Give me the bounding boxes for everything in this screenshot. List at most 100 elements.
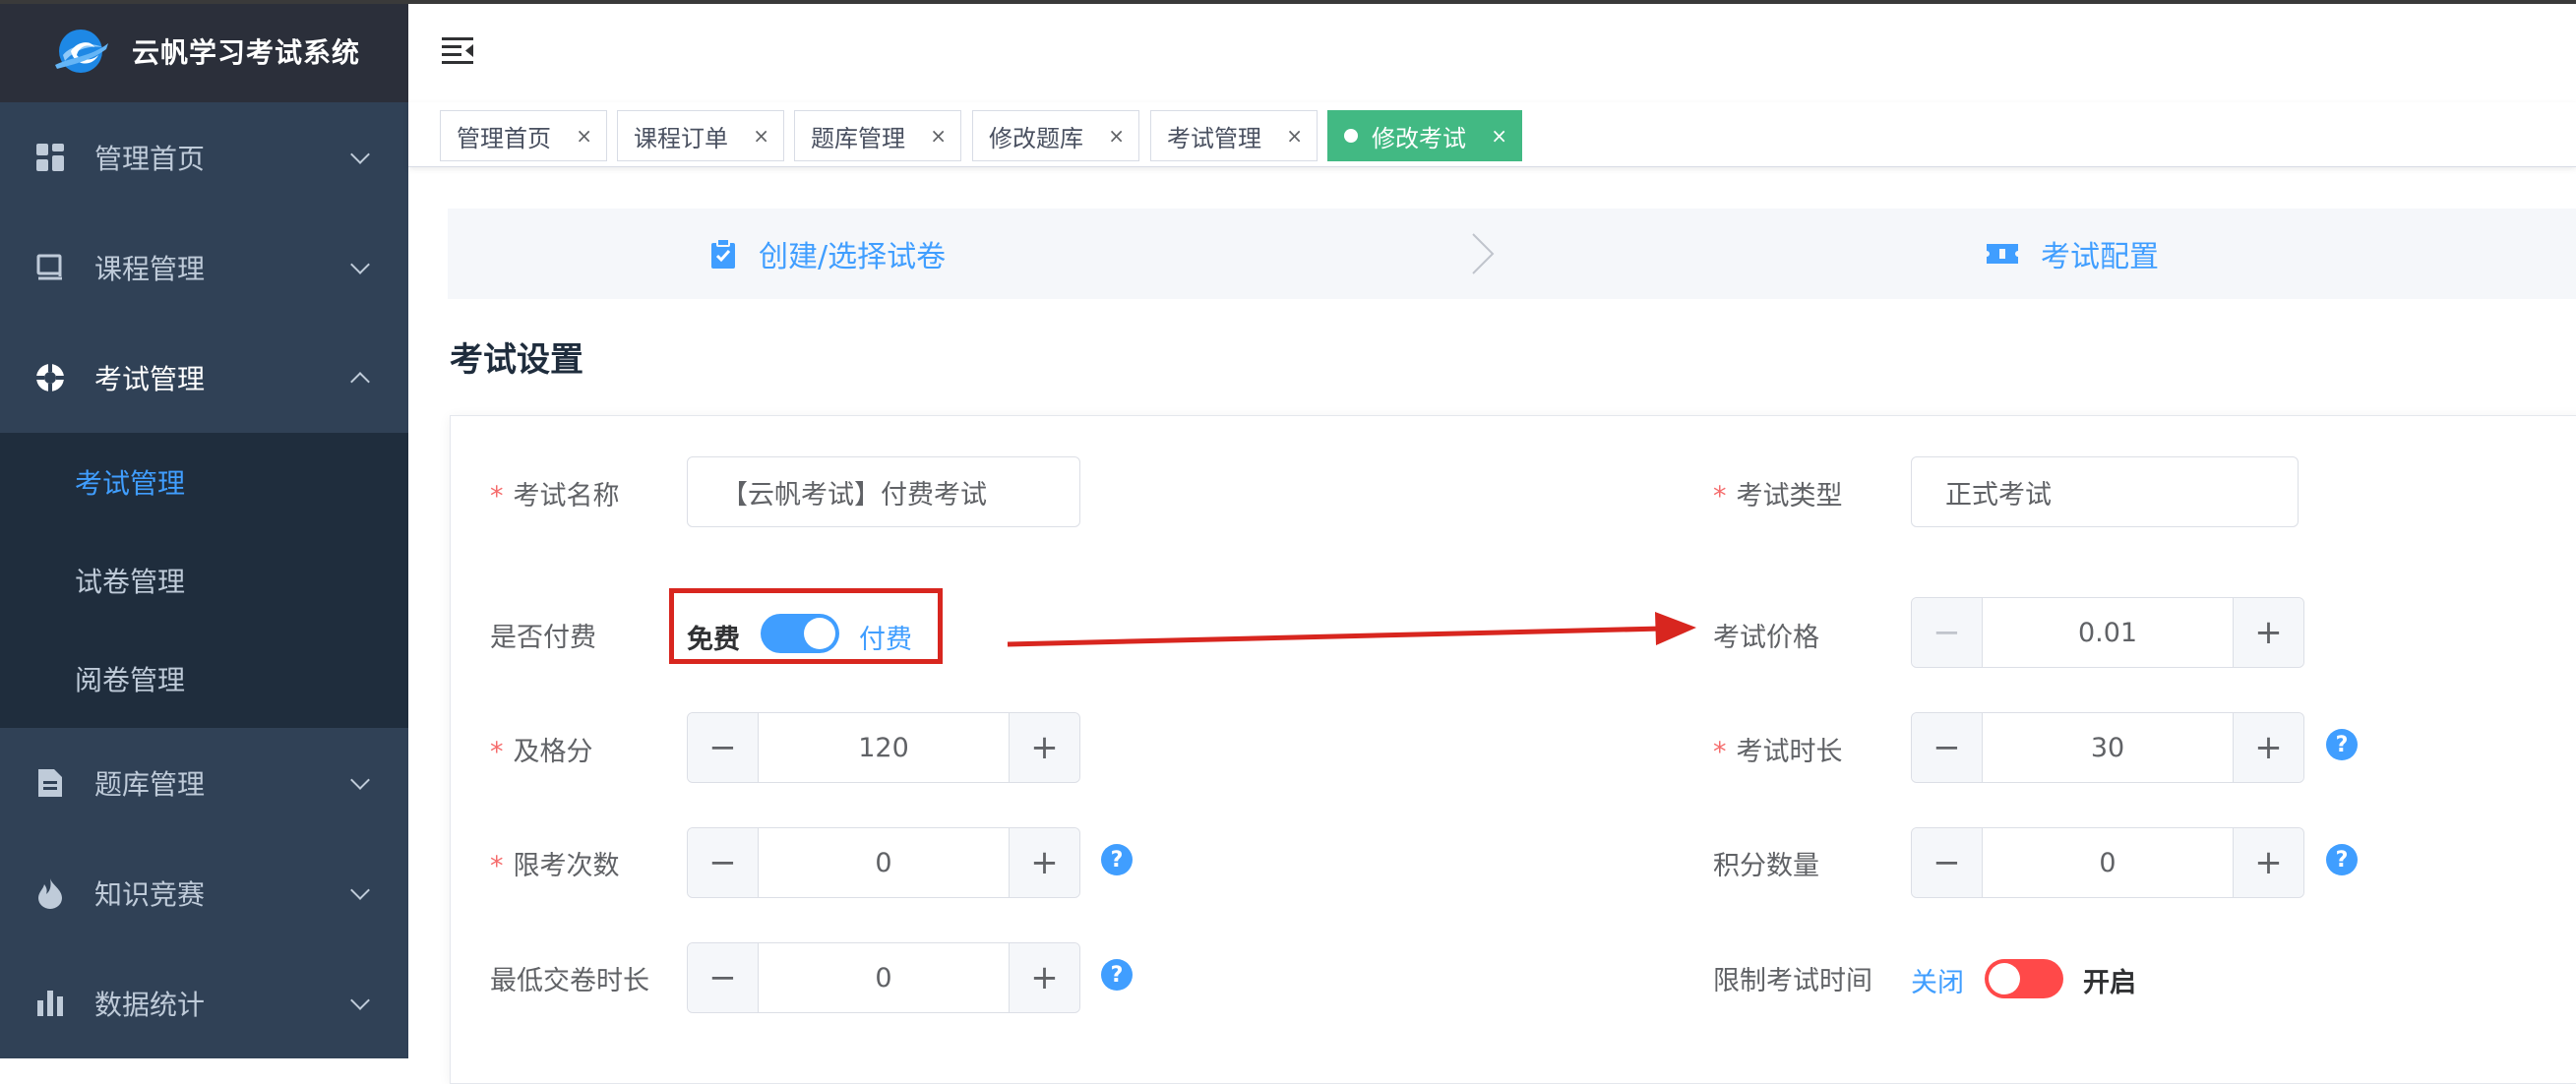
increment-button[interactable]: + bbox=[1009, 943, 1079, 1012]
duration-label: * 考试时长 bbox=[1713, 730, 1843, 768]
close-icon[interactable]: × bbox=[930, 124, 947, 148]
points-label: 积分数量 bbox=[1713, 851, 1819, 881]
close-icon[interactable]: × bbox=[1286, 124, 1303, 148]
help-icon[interactable]: ? bbox=[2326, 844, 2358, 875]
sidebar-subitem-paper-manage[interactable]: 试卷管理 bbox=[0, 531, 408, 630]
exam-icon bbox=[33, 361, 67, 394]
close-icon[interactable]: × bbox=[753, 124, 769, 148]
attempt-limit-stepper[interactable]: − 0 + bbox=[687, 827, 1080, 898]
tag-question-bank[interactable]: 题库管理 × bbox=[794, 110, 961, 161]
tag-edit-question-bank[interactable]: 修改题库 × bbox=[972, 110, 1139, 161]
exam-name-input[interactable]: 【云帆考试】付费考试 bbox=[687, 456, 1080, 527]
label-text: 及格分 bbox=[513, 737, 593, 767]
sidebar-item-label: 数据统计 bbox=[94, 989, 206, 1021]
chevron-down-icon bbox=[350, 255, 370, 274]
step-create-paper[interactable]: 创建/选择试卷 bbox=[709, 209, 946, 299]
chevron-down-icon bbox=[350, 770, 370, 790]
stepper-value[interactable]: 120 bbox=[759, 713, 1009, 782]
app-title: 云帆学习考试系统 bbox=[132, 36, 361, 69]
bar-chart-icon bbox=[33, 987, 67, 1020]
increment-button[interactable]: + bbox=[1009, 713, 1079, 782]
increment-button[interactable]: + bbox=[2233, 598, 2303, 667]
label-text: 考试类型 bbox=[1736, 481, 1843, 512]
switch-off-text: 关闭 bbox=[1911, 968, 1964, 998]
sidebar-item-statistics[interactable]: 数据统计 bbox=[0, 948, 408, 1058]
exam-type-select[interactable]: 正式考试 bbox=[1911, 456, 2299, 527]
help-icon[interactable]: ? bbox=[1101, 959, 1133, 991]
course-icon bbox=[33, 251, 67, 284]
sidebar-logo[interactable]: 云帆学习考试系统 bbox=[0, 0, 408, 102]
close-icon[interactable]: × bbox=[576, 124, 592, 148]
stepper-value[interactable]: 0.01 bbox=[1983, 598, 2233, 667]
annotation-highlight-box bbox=[669, 588, 943, 664]
sidebar-item-course[interactable]: 课程管理 bbox=[0, 212, 408, 323]
help-icon[interactable]: ? bbox=[1101, 844, 1133, 875]
tag-course-orders[interactable]: 课程订单 × bbox=[617, 110, 784, 161]
hamburger-menu-icon[interactable] bbox=[442, 35, 475, 65]
decrement-button[interactable]: − bbox=[1912, 713, 1983, 782]
sidebar: 云帆学习考试系统 管理首页 课程管理 考试管理 考试管理 试卷管理 阅卷管理 题… bbox=[0, 0, 408, 1058]
increment-button[interactable]: + bbox=[2233, 713, 2303, 782]
sidebar-item-label: 题库管理 bbox=[94, 768, 206, 801]
tag-edit-exam[interactable]: 修改考试 × bbox=[1327, 110, 1522, 161]
tag-exam-manage[interactable]: 考试管理 × bbox=[1150, 110, 1318, 161]
limit-time-label: 限制考试时间 bbox=[1713, 966, 1872, 996]
dashboard-icon bbox=[33, 141, 67, 174]
sidebar-item-exam[interactable]: 考试管理 bbox=[0, 323, 408, 433]
tag-label: 管理首页 bbox=[457, 124, 551, 152]
sidebar-item-label: 考试管理 bbox=[94, 363, 206, 395]
increment-button[interactable]: + bbox=[2233, 828, 2303, 897]
increment-button[interactable]: + bbox=[1009, 828, 1079, 897]
sidebar-subitem-exam-manage[interactable]: 考试管理 bbox=[0, 433, 408, 531]
decrement-button[interactable]: − bbox=[688, 828, 759, 897]
limit-time-switch[interactable] bbox=[1985, 959, 2063, 998]
switch-knob bbox=[1989, 963, 2020, 994]
switch-on-text: 开启 bbox=[2083, 968, 2136, 998]
top-navbar bbox=[408, 0, 2576, 102]
sidebar-item-contest[interactable]: 知识竞赛 bbox=[0, 838, 408, 948]
decrement-button[interactable]: − bbox=[1912, 598, 1983, 667]
tag-home[interactable]: 管理首页 × bbox=[440, 110, 607, 161]
sidebar-item-question-bank[interactable]: 题库管理 bbox=[0, 728, 408, 838]
required-asterisk: * bbox=[490, 851, 504, 881]
price-stepper[interactable]: − 0.01 + bbox=[1911, 597, 2304, 668]
close-icon[interactable]: × bbox=[1108, 124, 1125, 148]
decrement-button[interactable]: − bbox=[688, 713, 759, 782]
stepper-value[interactable]: 0 bbox=[759, 943, 1009, 1012]
required-asterisk: * bbox=[490, 737, 504, 767]
step-label: 考试配置 bbox=[2041, 240, 2159, 274]
required-asterisk: * bbox=[1713, 737, 1727, 767]
logo-icon bbox=[51, 22, 110, 81]
chevron-down-icon bbox=[350, 991, 370, 1010]
chevron-down-icon bbox=[350, 880, 370, 900]
min-submit-time-stepper[interactable]: − 0 + bbox=[687, 942, 1080, 1013]
stepper-value[interactable]: 0 bbox=[1983, 828, 2233, 897]
pass-score-stepper[interactable]: − 120 + bbox=[687, 712, 1080, 783]
decrement-button[interactable]: − bbox=[688, 943, 759, 1012]
sidebar-subitem-grading-manage[interactable]: 阅卷管理 bbox=[0, 630, 408, 728]
pass-score-label: * 及格分 bbox=[490, 730, 593, 768]
clipboard-check-icon bbox=[709, 238, 737, 270]
tag-label: 题库管理 bbox=[811, 124, 905, 152]
duration-stepper[interactable]: − 30 + bbox=[1911, 712, 2304, 783]
decrement-button[interactable]: − bbox=[1912, 828, 1983, 897]
sidebar-item-dashboard[interactable]: 管理首页 bbox=[0, 102, 408, 212]
exam-submenu: 考试管理 试卷管理 阅卷管理 bbox=[0, 433, 408, 728]
tag-label: 考试管理 bbox=[1167, 124, 1261, 152]
document-icon bbox=[33, 766, 67, 800]
close-icon[interactable]: × bbox=[1491, 124, 1507, 148]
help-icon[interactable]: ? bbox=[2326, 729, 2358, 760]
required-asterisk: * bbox=[490, 481, 504, 512]
active-dot-icon bbox=[1344, 129, 1358, 143]
tag-label: 课程订单 bbox=[634, 124, 728, 152]
label-text: 限考次数 bbox=[513, 851, 620, 881]
window-top-border bbox=[0, 0, 2576, 4]
exam-type-label: * 考试类型 bbox=[1713, 474, 1843, 512]
step-exam-config[interactable]: 考试配置 bbox=[1986, 209, 2159, 299]
tags-view: 管理首页 × 课程订单 × 题库管理 × 修改题库 × 考试管理 × 修改考试 … bbox=[408, 102, 2576, 167]
attempt-limit-label: * 限考次数 bbox=[490, 844, 620, 882]
ticket-icon bbox=[1986, 241, 2019, 267]
stepper-value[interactable]: 0 bbox=[759, 828, 1009, 897]
points-stepper[interactable]: − 0 + bbox=[1911, 827, 2304, 898]
stepper-value[interactable]: 30 bbox=[1983, 713, 2233, 782]
